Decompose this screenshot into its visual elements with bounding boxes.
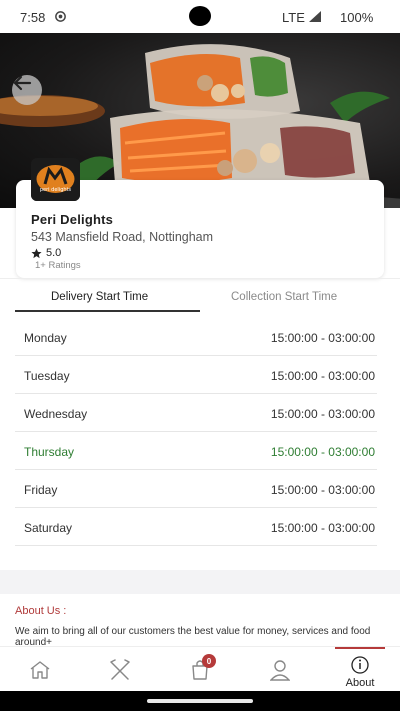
hours-value: 15:00:00 - 03:00:00 [270, 445, 375, 459]
nav-profile[interactable] [255, 647, 305, 692]
schedule-row-wednesday: Wednesday 15:00:00 - 03:00:00 [15, 394, 377, 432]
cart-badge: 0 [202, 654, 216, 668]
logo-text: peri delights [40, 187, 72, 193]
nav-home[interactable] [15, 647, 65, 692]
status-bar: 7:58 LTE 100% [0, 0, 400, 33]
hours-value: 15:00:00 - 03:00:00 [270, 407, 375, 421]
about-title: About Us : [15, 605, 67, 617]
tab-delivery-start-time[interactable]: Delivery Start Time [51, 291, 148, 303]
hours-value: 15:00:00 - 03:00:00 [270, 483, 375, 497]
schedule-row-tuesday: Tuesday 15:00:00 - 03:00:00 [15, 356, 377, 394]
day-label: Monday [24, 331, 67, 345]
nav-about-label: About [345, 677, 375, 689]
restaurant-logo: peri delights [31, 158, 80, 201]
rating-value: 5.0 [46, 247, 62, 259]
nav-cart[interactable]: 0 [175, 647, 225, 692]
nav-menu[interactable] [95, 647, 145, 692]
network-label: LTE [282, 10, 305, 25]
home-gesture-bar[interactable] [147, 699, 253, 703]
battery-label: 100% [340, 10, 374, 25]
status-time: 7:58 [20, 10, 46, 25]
home-icon [30, 660, 50, 679]
profile-icon [270, 659, 290, 681]
tab-collection-start-time[interactable]: Collection Start Time [231, 291, 337, 303]
day-label: Saturday [24, 521, 73, 535]
day-label: Friday [24, 483, 58, 497]
arrow-left-icon [13, 75, 32, 91]
day-label: Tuesday [24, 369, 70, 383]
nav-about[interactable]: About [335, 647, 385, 692]
ratings-count: 1+ Ratings [35, 260, 81, 271]
signal-icon [309, 11, 321, 22]
utensils-icon [110, 658, 130, 680]
about-text: We aim to bring all of our customers the… [15, 626, 371, 648]
restaurant-name: Peri Delights [31, 212, 114, 227]
camera-cutout [189, 6, 211, 26]
schedule-row-saturday: Saturday 15:00:00 - 03:00:00 [15, 508, 377, 546]
bottom-navigation: 0 About [0, 646, 400, 691]
day-label: Wednesday [24, 407, 88, 421]
restaurant-logo-image: peri delights [31, 158, 80, 201]
info-icon [351, 656, 369, 674]
day-label: Thursday [24, 445, 75, 459]
settings-status-icon [55, 11, 66, 22]
restaurant-address: 543 Mansfield Road, Nottingham [31, 230, 214, 244]
schedule-row-monday: Monday 15:00:00 - 03:00:00 [15, 318, 377, 356]
hours-value: 15:00:00 - 03:00:00 [270, 521, 375, 535]
hours-value: 15:00:00 - 03:00:00 [270, 369, 375, 383]
star-icon [31, 248, 42, 259]
schedule-row-friday: Friday 15:00:00 - 03:00:00 [15, 470, 377, 508]
schedule-row-thursday: Thursday 15:00:00 - 03:00:00 [15, 432, 377, 470]
active-tab-indicator [15, 310, 200, 312]
hours-value: 15:00:00 - 03:00:00 [270, 331, 375, 345]
back-button[interactable] [12, 75, 42, 105]
section-divider [0, 570, 400, 594]
time-tabs: Delivery Start Time Collection Start Tim… [0, 278, 400, 312]
system-nav-bar [0, 691, 400, 711]
